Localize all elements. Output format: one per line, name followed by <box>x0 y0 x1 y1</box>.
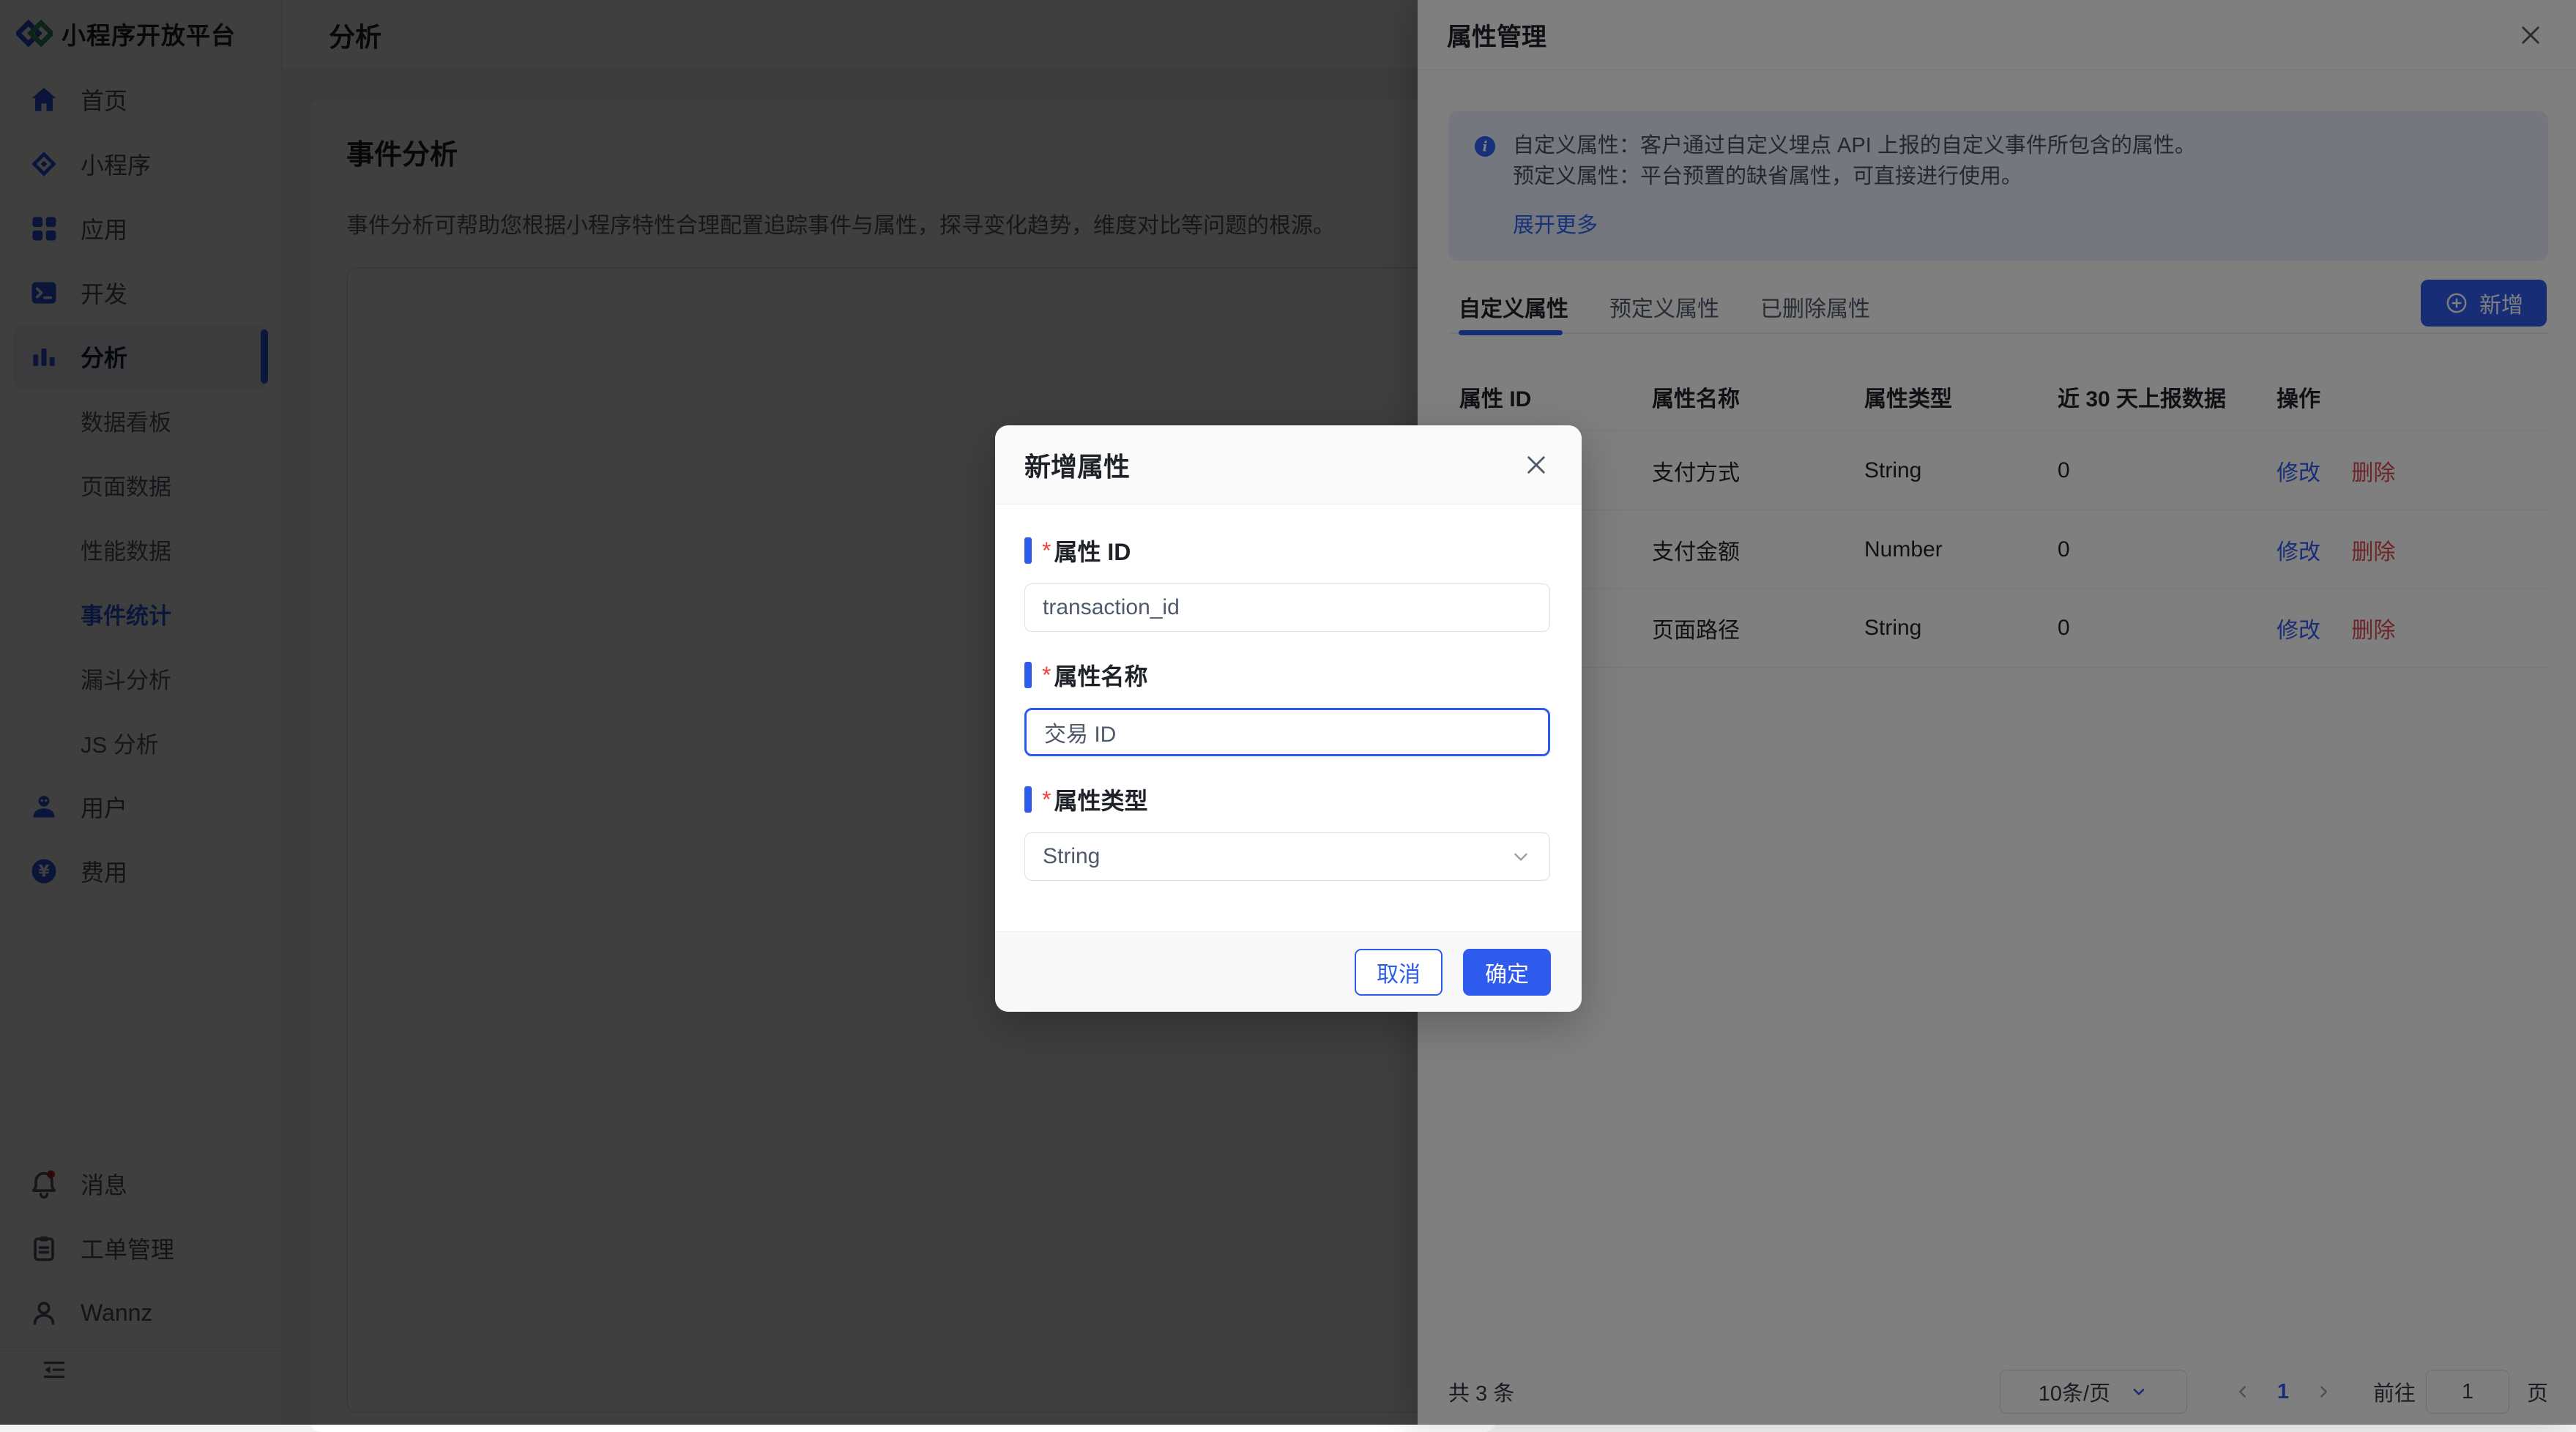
label-accent-bar <box>1024 786 1032 813</box>
modal-footer: 取消 确定 <box>995 931 1582 1012</box>
required-asterisk: * <box>1042 786 1051 813</box>
attr-name-input[interactable] <box>1024 708 1550 756</box>
attr-id-label: 属性 ID <box>1054 534 1131 567</box>
cancel-button[interactable]: 取消 <box>1355 949 1443 996</box>
attr-id-input[interactable] <box>1024 583 1550 632</box>
attr-type-label-row: * 属性类型 <box>1024 784 1552 815</box>
add-attribute-modal: 新增属性 * 属性 ID * 属性名称 * 属性类型 <box>995 425 1582 1012</box>
confirm-button[interactable]: 确定 <box>1463 949 1551 996</box>
modal-close-icon[interactable] <box>1520 449 1552 481</box>
attr-id-label-row: * 属性 ID <box>1024 535 1552 566</box>
chevron-down-icon <box>1510 846 1532 868</box>
label-accent-bar <box>1024 662 1032 688</box>
required-asterisk: * <box>1042 537 1051 564</box>
attr-name-label: 属性名称 <box>1054 658 1147 692</box>
attr-type-select[interactable]: String <box>1024 832 1550 881</box>
app-root: 小程序开放平台 首页 小程序 <box>0 0 2576 1425</box>
modal-body: * 属性 ID * 属性名称 * 属性类型 String <box>995 504 1582 881</box>
attr-name-label-row: * 属性名称 <box>1024 660 1552 690</box>
modal-title: 新增属性 <box>1024 446 1130 484</box>
required-asterisk: * <box>1042 662 1051 689</box>
label-accent-bar <box>1024 537 1032 564</box>
attr-type-label: 属性类型 <box>1054 783 1147 816</box>
modal-header: 新增属性 <box>995 425 1582 504</box>
attr-type-value: String <box>1043 844 1100 869</box>
